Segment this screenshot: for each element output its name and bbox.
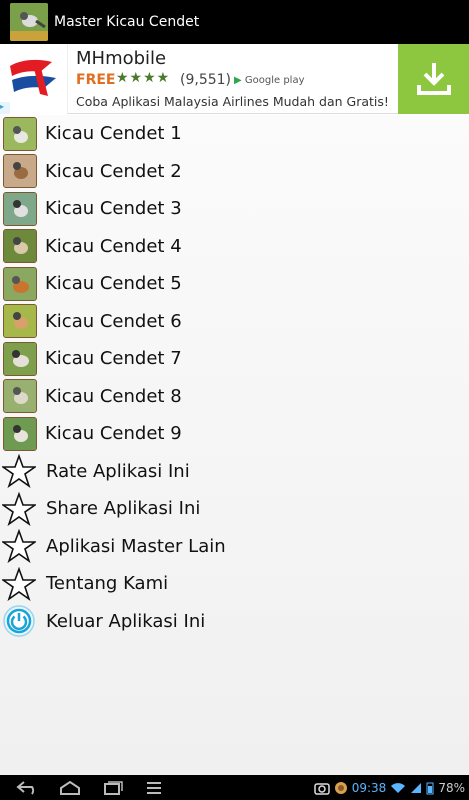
download-icon xyxy=(416,63,451,95)
ad-free-label: FREE xyxy=(76,72,116,88)
camera-icon xyxy=(313,782,330,795)
battery-icon xyxy=(426,782,434,794)
home-icon xyxy=(60,780,80,795)
recent-apps-icon xyxy=(104,780,123,795)
list-item-cendet-9[interactable]: Kicau Cendet 9 xyxy=(0,415,469,453)
star-icon xyxy=(0,453,38,489)
list-item-label: Kicau Cendet 1 xyxy=(45,123,182,145)
list-item-cendet-4[interactable]: Kicau Cendet 4 xyxy=(0,228,469,266)
signal-icon xyxy=(411,782,422,793)
list-item-cendet-5[interactable]: Kicau Cendet 5 xyxy=(0,265,469,303)
list-item-cendet-6[interactable]: Kicau Cendet 6 xyxy=(0,303,469,341)
bird-thumbnail xyxy=(3,154,37,189)
ad-rating-stars: ★★★★ xyxy=(116,70,171,86)
bird-thumbnail xyxy=(3,304,37,339)
list-item-label: Share Aplikasi Ini xyxy=(46,498,201,520)
home-button[interactable] xyxy=(56,778,84,798)
list-item-exit[interactable]: Keluar Aplikasi Ini xyxy=(0,603,469,641)
list-item-label: Tentang Kami xyxy=(46,573,169,595)
list-item-cendet-3[interactable]: Kicau Cendet 3 xyxy=(0,190,469,228)
battery-percent: 78% xyxy=(438,780,465,795)
list-item-label: Kicau Cendet 2 xyxy=(45,160,182,182)
list-item-rate[interactable]: Rate Aplikasi Ini xyxy=(0,453,469,491)
bird-thumbnail xyxy=(3,116,37,151)
bird-thumbnail xyxy=(3,416,37,451)
app-icon xyxy=(10,3,48,41)
ad-rating-count: (9,551) xyxy=(180,72,232,88)
star-icon xyxy=(0,528,38,564)
bird-thumbnail xyxy=(3,229,37,264)
list-item-label: Aplikasi Master Lain xyxy=(46,535,226,557)
list-item-about[interactable]: Tentang Kami xyxy=(0,565,469,603)
list-item-cendet-2[interactable]: Kicau Cendet 2 xyxy=(0,153,469,191)
menu-list: Kicau Cendet 1 Kicau Cendet 2 Kicau Cend… xyxy=(0,115,469,775)
bird-thumbnail xyxy=(3,266,37,301)
bird-thumbnail xyxy=(3,191,37,226)
list-item-label: Kicau Cendet 9 xyxy=(45,423,182,445)
google-play-label: Google play xyxy=(244,75,305,86)
clock: 09:38 xyxy=(351,780,387,795)
back-icon xyxy=(16,780,35,795)
list-item-label: Rate Aplikasi Ini xyxy=(46,460,190,482)
ad-info-icon[interactable]: ▸ xyxy=(0,102,10,114)
google-play-icon: ▶ xyxy=(234,75,242,86)
list-item-cendet-7[interactable]: Kicau Cendet 7 xyxy=(0,340,469,378)
title-bar: Master Kicau Cendet xyxy=(0,0,469,44)
status-area: 09:38 78% xyxy=(313,775,465,800)
list-item-label: Kicau Cendet 5 xyxy=(45,273,182,295)
back-button[interactable] xyxy=(14,778,42,798)
list-item-cendet-8[interactable]: Kicau Cendet 8 xyxy=(0,378,469,416)
ad-download-button[interactable] xyxy=(398,44,469,114)
ad-banner[interactable]: MHmobile FREE ★★★★ (9,551) ▶ Google play… xyxy=(0,44,469,114)
bird-thumbnail xyxy=(3,341,37,376)
list-item-cendet-1[interactable]: Kicau Cendet 1 xyxy=(0,115,469,153)
list-item-other-apps[interactable]: Aplikasi Master Lain xyxy=(0,528,469,566)
bird-thumbnail xyxy=(3,379,37,414)
list-item-label: Kicau Cendet 8 xyxy=(45,385,182,407)
list-item-label: Kicau Cendet 6 xyxy=(45,310,182,332)
ad-title[interactable]: MHmobile xyxy=(76,48,166,69)
system-nav-bar: 09:38 78% xyxy=(0,775,469,800)
google-play-badge: ▶ Google play xyxy=(234,75,305,86)
recent-apps-button[interactable] xyxy=(98,778,126,798)
list-item-label: Kicau Cendet 3 xyxy=(45,198,182,220)
menu-icon xyxy=(147,781,161,794)
list-item-label: Kicau Cendet 4 xyxy=(45,235,182,257)
app-title: Master Kicau Cendet xyxy=(54,14,200,30)
star-icon xyxy=(0,566,38,602)
list-item-label: Kicau Cendet 7 xyxy=(45,348,182,370)
ad-description: Coba Aplikasi Malaysia Airlines Mudah da… xyxy=(76,94,389,109)
notification-icon xyxy=(334,781,347,794)
menu-button[interactable] xyxy=(140,778,168,798)
ad-logo[interactable] xyxy=(0,44,68,114)
star-icon xyxy=(0,491,38,527)
power-icon xyxy=(0,603,38,639)
list-item-label: Keluar Aplikasi Ini xyxy=(46,610,206,632)
wifi-icon xyxy=(391,782,406,793)
list-item-share[interactable]: Share Aplikasi Ini xyxy=(0,490,469,528)
